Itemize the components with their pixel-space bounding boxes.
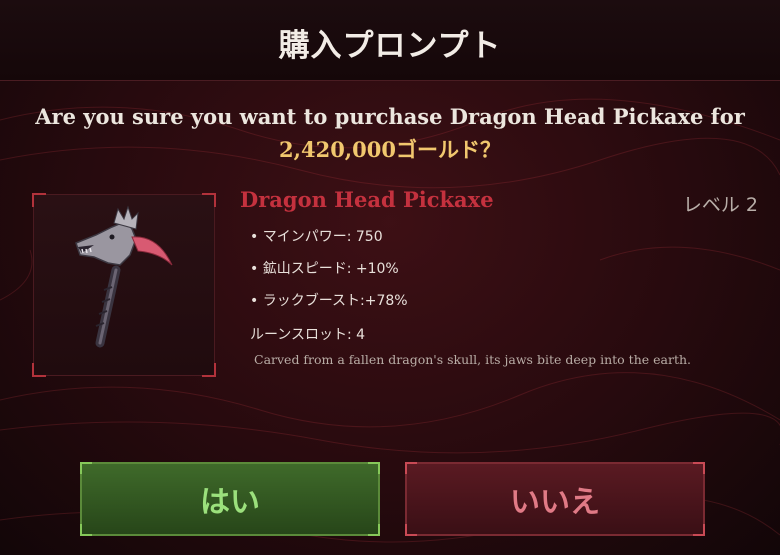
price-text: 2,420,000ゴールド？ (279, 137, 501, 162)
button-corner (405, 462, 417, 474)
item-name: Dragon Head Pickaxe (240, 187, 494, 212)
item-level: レベル 2 (682, 194, 758, 216)
frame-corner (32, 363, 46, 377)
question-text: Are you sure you want to purchase Dragon… (35, 104, 745, 129)
title-bar: 購入プロンプト (0, 0, 780, 81)
yes-button[interactable]: はい (80, 462, 380, 536)
frame-corner (32, 193, 46, 207)
no-button[interactable]: いいえ (405, 462, 705, 536)
dragon-pickaxe-icon (75, 205, 173, 348)
frame-corner (202, 363, 216, 377)
stat-rune-slots: ルーンスロット: 4 (250, 327, 366, 343)
button-corner (80, 462, 92, 474)
button-corner (693, 462, 705, 474)
item-description: Carved from a fallen dragon's skull, its… (254, 352, 691, 367)
purchase-question: Are you sure you want to purchase Dragon… (0, 100, 780, 166)
stat-mine-power: • マインパワー: 750 (250, 229, 383, 245)
button-corner (693, 524, 705, 536)
button-corner (368, 524, 380, 536)
frame-corner (202, 193, 216, 207)
button-corner (405, 524, 417, 536)
button-corner (368, 462, 380, 474)
item-image-frame (32, 193, 216, 377)
stat-luck-boost: • ラックブースト:+78% (250, 293, 408, 309)
no-button-label: いいえ (510, 485, 600, 520)
dialog-title: 購入プロンプト (278, 28, 502, 64)
button-corner (80, 524, 92, 536)
stat-mining-speed: • 鉱山スピード: +10% (250, 261, 399, 277)
yes-button-label: はい (200, 485, 260, 520)
